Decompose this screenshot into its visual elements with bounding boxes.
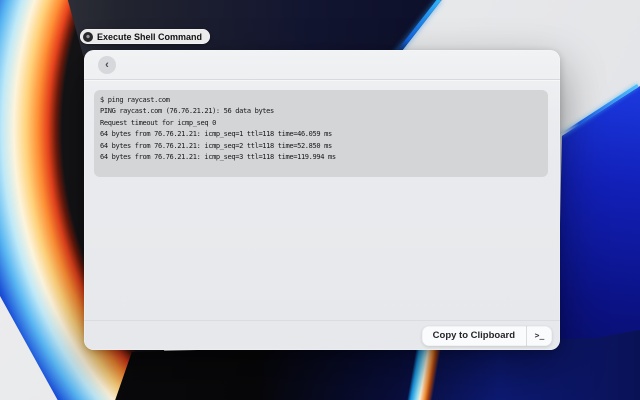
- back-button[interactable]: ‹: [98, 56, 116, 74]
- terminal-line: 64 bytes from 76.76.21.21: icmp_seq=3 tt…: [94, 152, 548, 163]
- footer-button-group: Copy to Clipboard >_: [422, 326, 552, 346]
- terminal-line: 64 bytes from 76.76.21.21: icmp_seq=1 tt…: [94, 129, 548, 140]
- terminal-line: $ ping raycast.com: [94, 95, 548, 106]
- wallpaper-bottom-color-arc: [393, 343, 447, 400]
- wallpaper-right-blue-edge-line: [559, 84, 639, 137]
- chevron-left-icon: ‹: [105, 60, 109, 71]
- terminal-output[interactable]: $ ping raycast.com PING raycast.com (76.…: [94, 90, 548, 177]
- window-footer: Copy to Clipboard >_: [84, 320, 560, 350]
- command-circle-icon: [83, 32, 93, 42]
- command-pill[interactable]: Execute Shell Command: [80, 29, 210, 44]
- desktop: Execute Shell Command ‹ $ ping raycast.c…: [0, 0, 640, 400]
- command-pill-label: Execute Shell Command: [97, 32, 202, 42]
- terminal-line: 64 bytes from 76.76.21.21: icmp_seq=2 tt…: [94, 141, 548, 152]
- terminal-prompt-icon[interactable]: >_: [526, 326, 552, 346]
- terminal-line: Request timeout for icmp_seq 0: [94, 118, 548, 129]
- execute-shell-command-window: ‹ $ ping raycast.com PING raycast.com (7…: [84, 50, 560, 350]
- terminal-line: PING raycast.com (76.76.21.21): 56 data …: [94, 106, 548, 117]
- window-header: ‹: [84, 50, 560, 80]
- copy-to-clipboard-button[interactable]: Copy to Clipboard: [422, 326, 526, 346]
